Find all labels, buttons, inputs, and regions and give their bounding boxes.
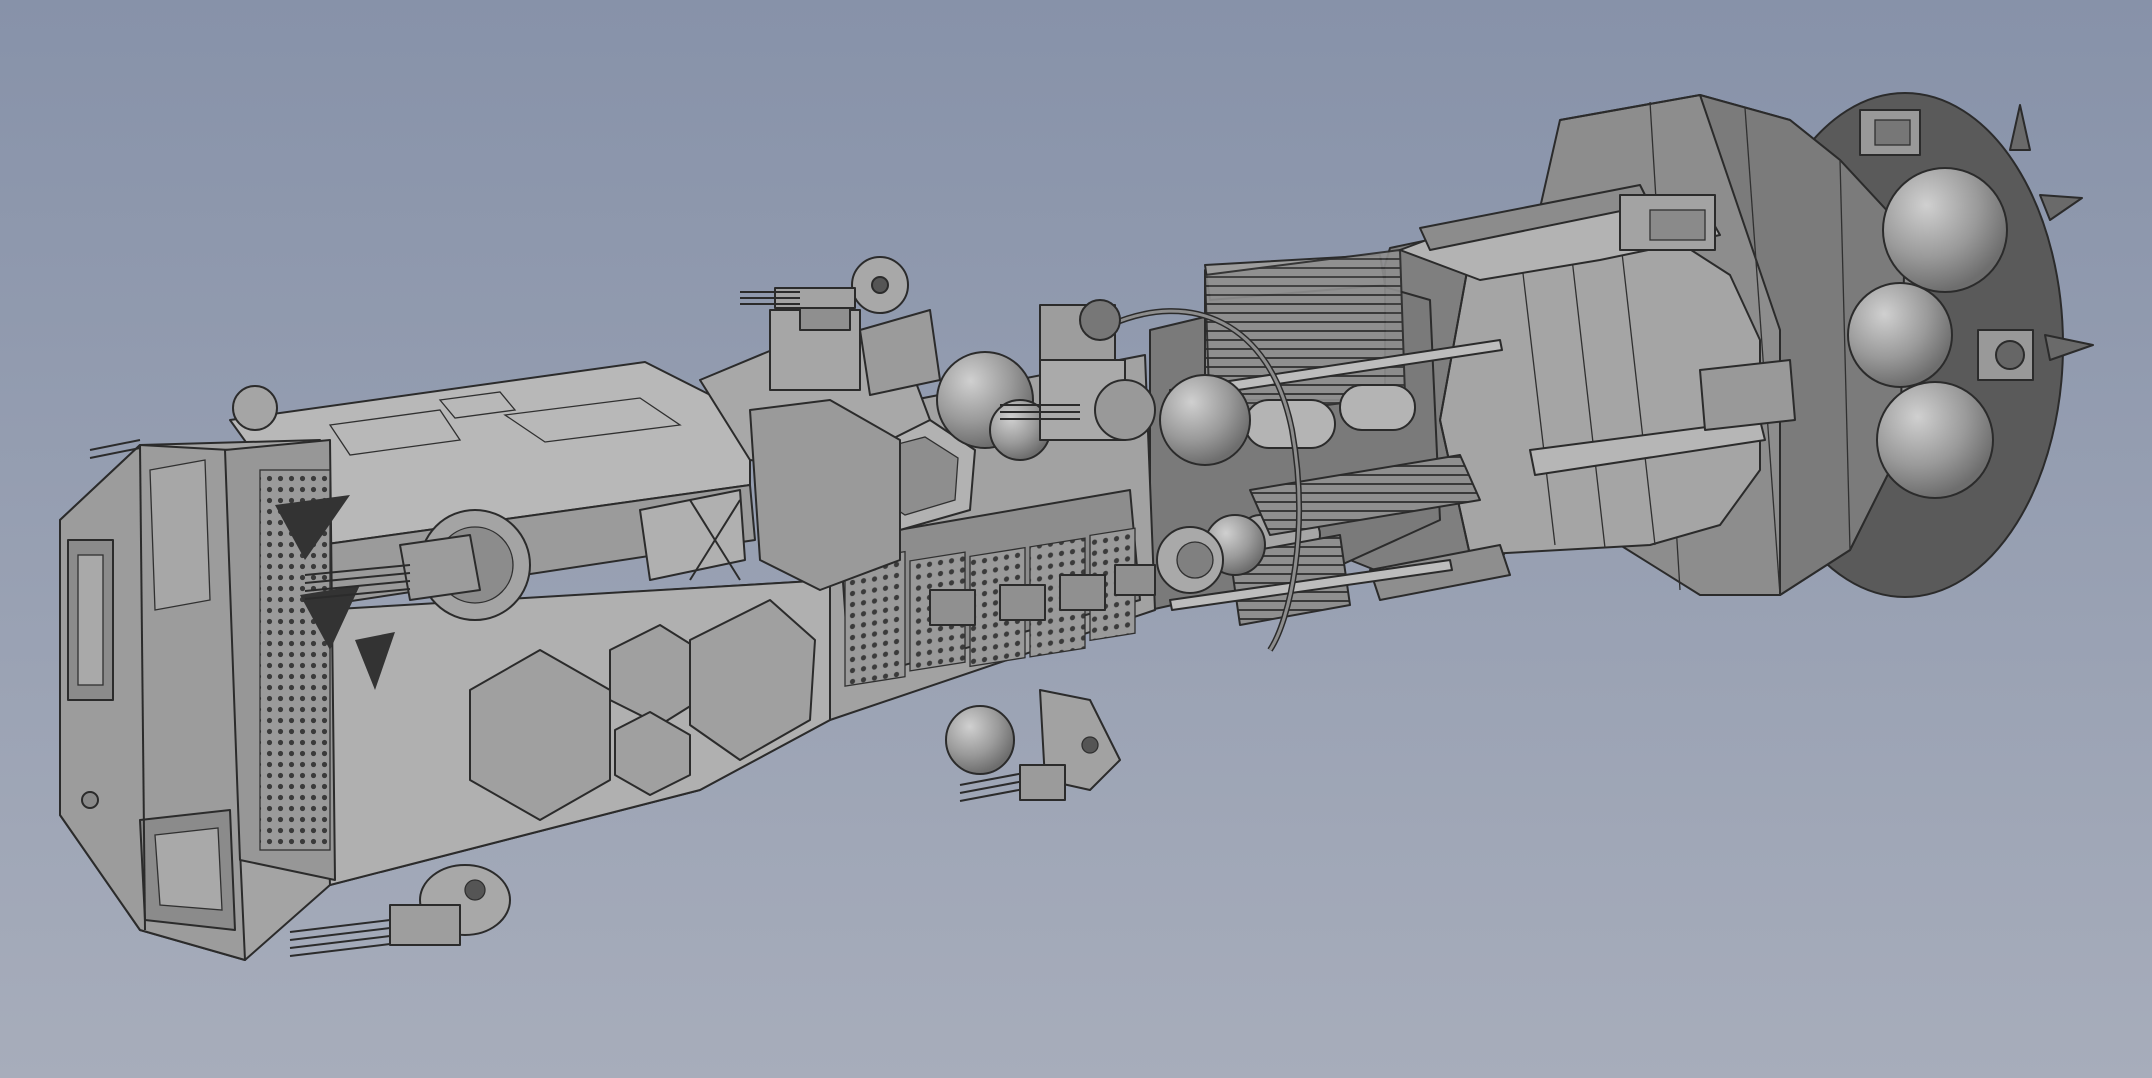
gatling-turret-top-mid[interactable] [740,256,909,314]
gatling-turret-lower-bay[interactable] [945,689,1121,802]
spaceship-model[interactable] [0,0,2152,1078]
cad-3d-viewport[interactable] [0,0,2152,1078]
